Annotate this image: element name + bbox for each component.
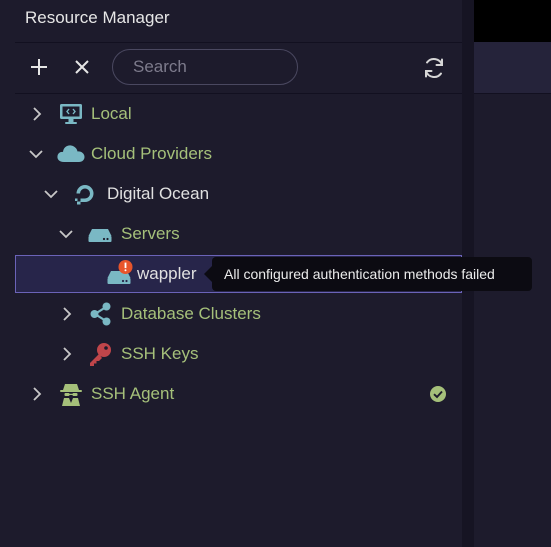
error-tooltip: All configured authentication methods fa… bbox=[212, 257, 532, 291]
monitor-icon bbox=[60, 104, 82, 124]
chevron-right-icon[interactable] bbox=[29, 386, 45, 402]
tooltip-arrow bbox=[204, 266, 212, 282]
refresh-button[interactable] bbox=[422, 56, 446, 80]
add-button[interactable] bbox=[29, 57, 49, 77]
remove-button[interactable] bbox=[72, 57, 92, 77]
close-icon bbox=[75, 60, 89, 74]
server-icon bbox=[88, 229, 112, 242]
tree-item-label: Servers bbox=[121, 224, 180, 243]
tree-item-label: SSH Keys bbox=[121, 344, 199, 363]
tree-item-label: wappler bbox=[137, 264, 197, 283]
chevron-down-icon[interactable] bbox=[28, 146, 44, 162]
editor-area bbox=[474, 94, 551, 547]
tree-item-database-clusters[interactable]: Database Clusters bbox=[15, 295, 462, 333]
key-icon bbox=[90, 343, 111, 366]
share-nodes-icon bbox=[90, 302, 111, 326]
editor-tab-bar bbox=[474, 42, 551, 94]
check-circle-icon bbox=[430, 386, 446, 402]
search-input[interactable] bbox=[112, 49, 298, 85]
tree-item-label: Database Clusters bbox=[121, 304, 261, 323]
chevron-right-icon[interactable] bbox=[29, 106, 45, 122]
tree-item-ssh-keys[interactable]: SSH Keys bbox=[15, 335, 462, 373]
tooltip-text: All configured authentication methods fa… bbox=[224, 266, 495, 282]
tree-item-label: SSH Agent bbox=[91, 384, 175, 403]
panel-title: Resource Manager bbox=[25, 8, 170, 27]
tree-item-cloud-providers[interactable]: Cloud Providers bbox=[15, 135, 462, 173]
plus-icon bbox=[31, 59, 47, 75]
tree-item-label: Digital Ocean bbox=[107, 184, 210, 203]
spy-agent-icon bbox=[60, 384, 82, 406]
chevron-down-icon[interactable] bbox=[43, 186, 59, 202]
tree-item-local[interactable]: Local bbox=[15, 95, 462, 133]
chevron-down-icon[interactable] bbox=[58, 226, 74, 242]
server-error-icon bbox=[107, 260, 133, 284]
divider bbox=[15, 93, 462, 94]
tree-item-label: Local bbox=[91, 104, 132, 123]
editor-title-area bbox=[474, 0, 551, 42]
tree-item-digital-ocean[interactable]: Digital Ocean bbox=[15, 175, 462, 213]
tree-item-servers[interactable]: Servers bbox=[15, 215, 462, 253]
tree-item-label: Cloud Providers bbox=[91, 144, 212, 163]
refresh-icon bbox=[425, 58, 443, 78]
digitalocean-icon bbox=[75, 185, 94, 205]
chevron-right-icon[interactable] bbox=[59, 346, 75, 362]
chevron-right-icon[interactable] bbox=[59, 306, 75, 322]
cloud-icon bbox=[57, 145, 85, 162]
toolbar bbox=[15, 43, 462, 93]
tree-item-ssh-agent[interactable]: SSH Agent bbox=[15, 375, 462, 413]
